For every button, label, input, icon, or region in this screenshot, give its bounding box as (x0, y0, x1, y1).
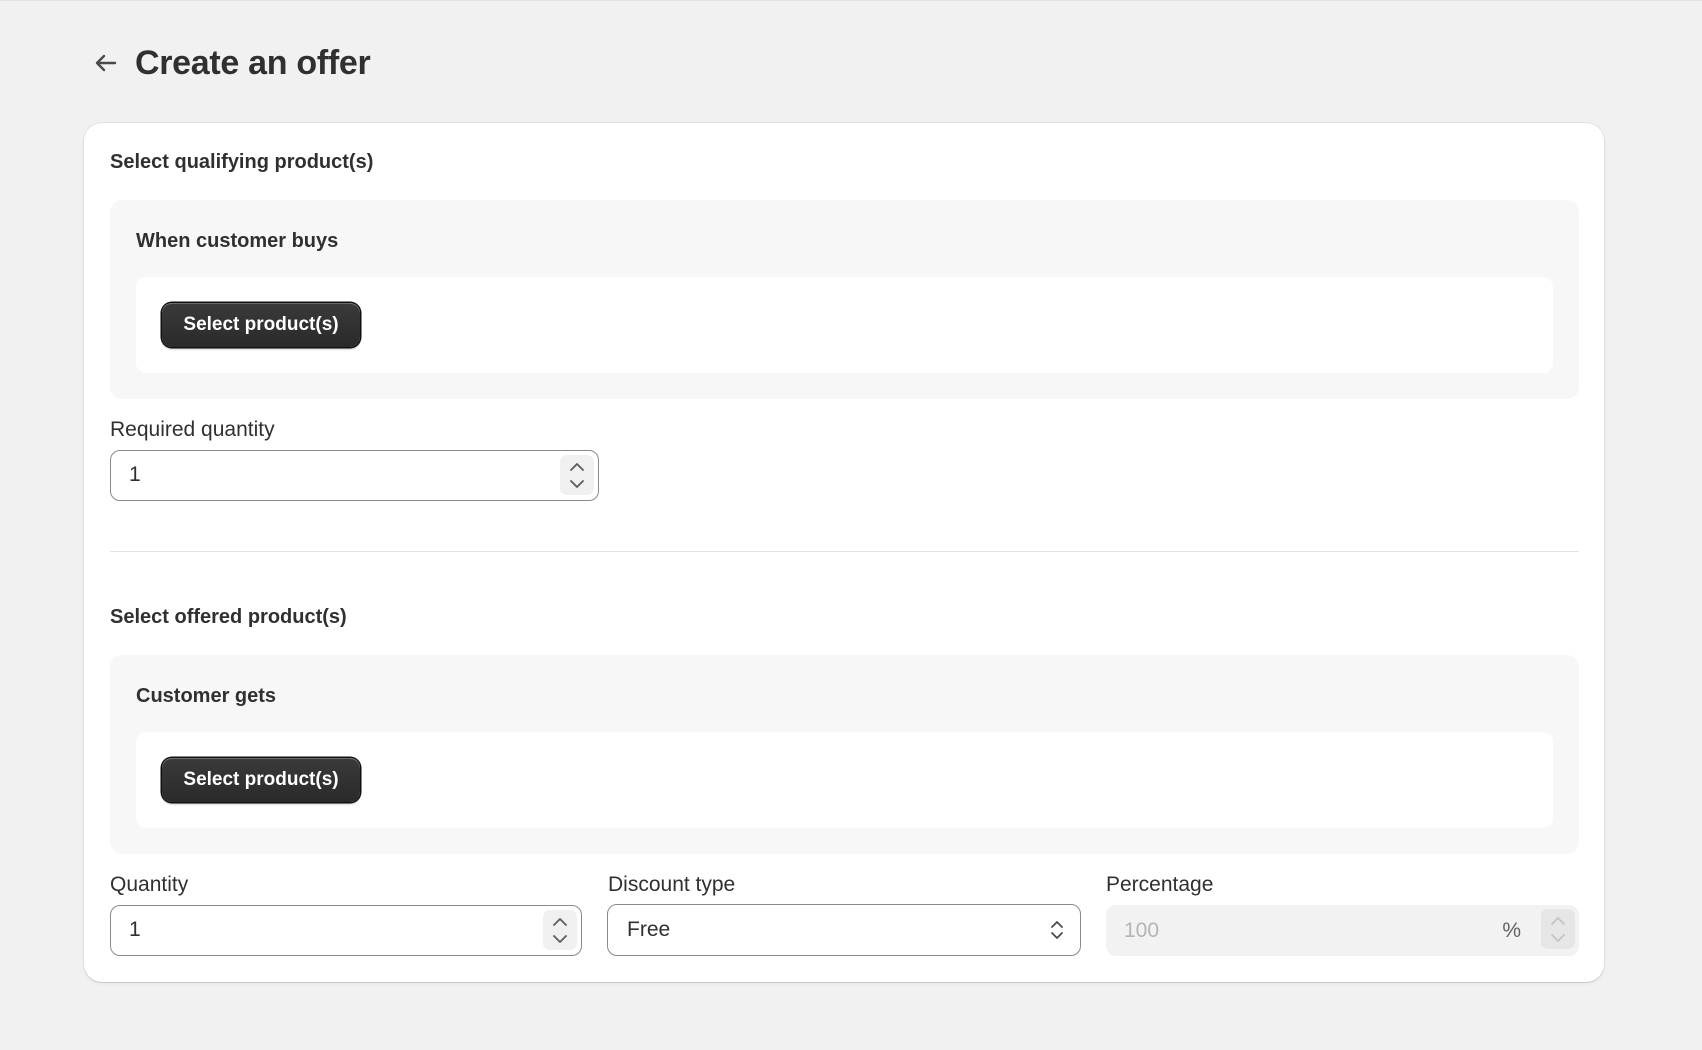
chevron-up-icon (1551, 916, 1565, 925)
discount-type-value: Free (627, 918, 671, 941)
quantity-stepper[interactable] (543, 910, 577, 950)
decrement-button[interactable] (560, 475, 594, 492)
chevron-down-icon (570, 479, 584, 488)
customer-gets-group: Customer gets Select product(s) (110, 655, 1579, 854)
chevron-down-icon (553, 934, 567, 943)
chevron-up-icon (553, 917, 567, 926)
required-quantity-input[interactable]: 1 (110, 450, 599, 501)
percentage-input: 100 % (1106, 905, 1579, 956)
quantity-value: 1 (129, 918, 141, 941)
percentage-label: Percentage (1106, 873, 1214, 896)
offered-product-picker: Select product(s) (136, 732, 1553, 828)
increment-button[interactable] (560, 458, 594, 475)
section-divider (110, 551, 1579, 552)
top-edge (0, 0, 1702, 1)
decrement-button[interactable] (543, 930, 577, 947)
chevron-up-icon (570, 462, 584, 471)
discount-type-select[interactable]: Free (607, 904, 1081, 956)
qualifying-product-picker: Select product(s) (136, 277, 1553, 373)
increment-button (1541, 912, 1575, 929)
chevron-down-icon (1551, 933, 1565, 942)
increment-button[interactable] (543, 913, 577, 930)
required-quantity-stepper[interactable] (560, 455, 594, 495)
percentage-suffix: % (1502, 919, 1521, 942)
offer-card: Select qualifying product(s) When custom… (84, 123, 1604, 982)
when-customer-buys-title: When customer buys (136, 230, 339, 252)
select-offered-products-button[interactable]: Select product(s) (162, 758, 360, 802)
offered-section-heading: Select offered product(s) (110, 606, 347, 628)
quantity-input[interactable]: 1 (110, 905, 582, 956)
required-quantity-label: Required quantity (110, 418, 275, 441)
qualifying-section-heading: Select qualifying product(s) (110, 151, 374, 173)
customer-gets-title: Customer gets (136, 685, 277, 707)
arrow-left-icon (95, 54, 117, 72)
page-header: Create an offer (86, 38, 371, 88)
percentage-value: 100 (1124, 919, 1160, 942)
when-customer-buys-group: When customer buys Select product(s) (110, 200, 1579, 399)
quantity-label: Quantity (110, 873, 189, 896)
discount-type-label: Discount type (608, 873, 736, 896)
select-qualifying-products-button[interactable]: Select product(s) (162, 303, 360, 347)
back-button[interactable] (86, 43, 126, 83)
percentage-stepper (1541, 909, 1575, 949)
page-title: Create an offer (135, 43, 371, 82)
decrement-button (1541, 929, 1575, 946)
required-quantity-value: 1 (129, 463, 141, 486)
select-arrows-icon (1051, 921, 1063, 939)
